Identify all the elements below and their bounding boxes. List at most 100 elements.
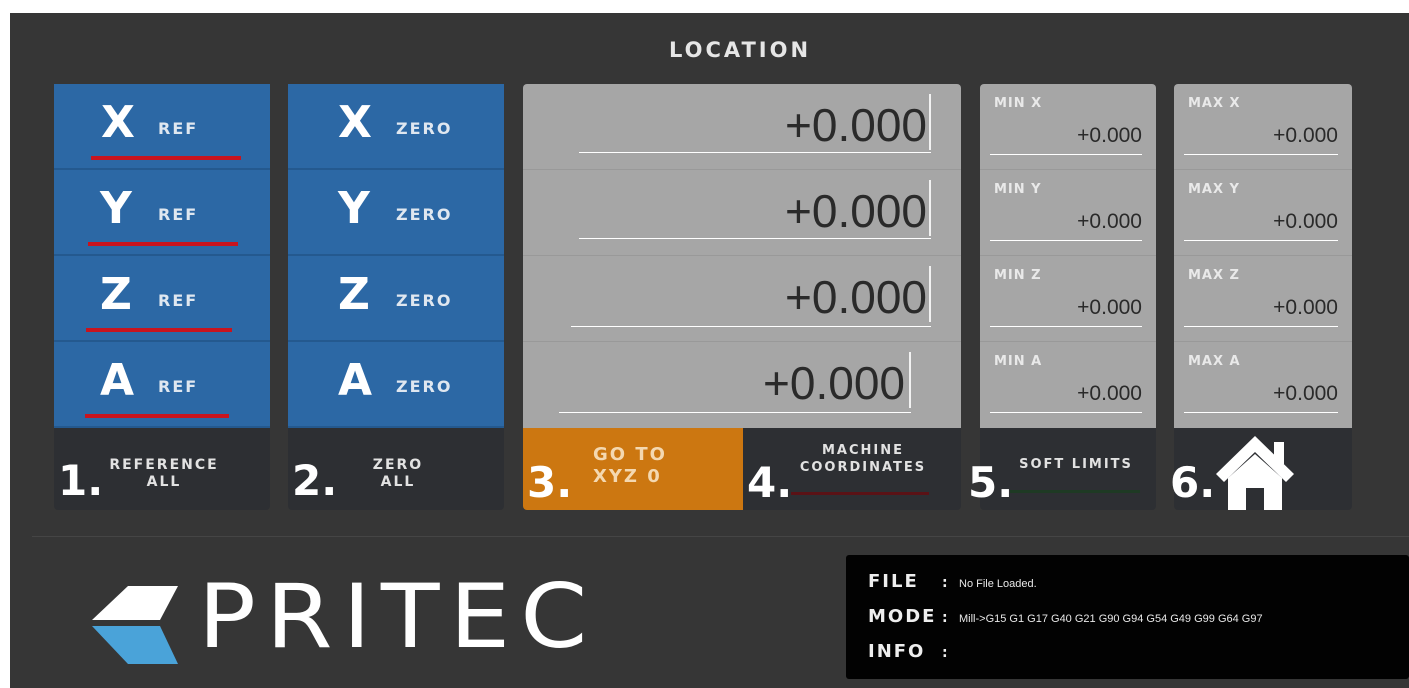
reference-all-label: REFERENCE ALL [109, 457, 219, 490]
zero-a-button[interactable]: A ZERO [288, 342, 504, 428]
step-number: 4. [747, 458, 793, 507]
dro-z-value: +0.000 [785, 271, 927, 323]
field-underline [1184, 154, 1338, 155]
axis-label: Y [100, 183, 132, 234]
min-a-value: +0.000 [1077, 382, 1142, 405]
dro-z[interactable]: +0.000 [523, 256, 961, 342]
min-z-label: MIN Z [994, 268, 1042, 283]
zero-label: ZERO [396, 377, 453, 396]
field-underline [1184, 240, 1338, 241]
max-y-label: MAX Y [1188, 182, 1240, 197]
axis-label: Y [338, 183, 370, 234]
logo-text: PRITEC [198, 565, 598, 669]
page-title: LOCATION [668, 38, 812, 62]
mode-label: MODE [868, 606, 937, 627]
max-x-field[interactable]: MAX X +0.000 [1174, 84, 1352, 170]
divider [32, 536, 1409, 537]
field-underline [1184, 412, 1338, 413]
axis-label: A [338, 355, 373, 406]
zero-label: ZERO [396, 291, 453, 310]
field-underline [1184, 326, 1338, 327]
status-panel: FILE : No File Loaded. MODE : Mill->G15 … [846, 555, 1409, 679]
reference-column: X REF Y REF Z REF A REF REFERENCE ALL 1. [54, 84, 270, 510]
dro-x-value: +0.000 [785, 99, 927, 151]
goto-label: GO TO XYZ 0 [593, 444, 667, 487]
dro-underline [579, 238, 931, 239]
dro-a-value: +0.000 [763, 357, 905, 409]
colon: : [942, 575, 948, 591]
ref-label: REF [158, 291, 199, 310]
min-x-label: MIN X [994, 96, 1043, 111]
max-x-value: +0.000 [1273, 124, 1338, 147]
axis-label: Z [338, 269, 370, 320]
min-y-field[interactable]: MIN Y +0.000 [980, 170, 1156, 256]
pritec-logo: PRITEC [90, 566, 710, 670]
ref-a-button[interactable]: A REF [54, 342, 270, 428]
step-number: 6. [1170, 458, 1216, 507]
zero-label: ZERO [396, 205, 453, 224]
goto-xyz0-button[interactable]: GO TO XYZ 0 3. [523, 428, 743, 510]
step-number: 2. [292, 456, 338, 505]
ref-y-button[interactable]: Y REF [54, 170, 270, 256]
dro-underline [571, 326, 931, 327]
zero-label: ZERO [396, 119, 453, 138]
dro-a[interactable]: +0.000 [523, 342, 961, 428]
min-z-value: +0.000 [1077, 296, 1142, 319]
min-a-label: MIN A [994, 354, 1043, 369]
min-limits-panel: MIN X +0.000 MIN Y +0.000 MIN Z +0.000 M… [980, 84, 1156, 428]
max-x-label: MAX X [1188, 96, 1241, 111]
file-value: No File Loaded. [959, 578, 1037, 590]
min-a-field[interactable]: MIN A +0.000 [980, 342, 1156, 428]
field-underline [990, 154, 1142, 155]
not-referenced-indicator [88, 242, 238, 246]
max-limits-panel: MAX X +0.000 MAX Y +0.000 MAX Z +0.000 M… [1174, 84, 1352, 428]
max-y-field[interactable]: MAX Y +0.000 [1174, 170, 1352, 256]
not-referenced-indicator [85, 414, 229, 418]
min-y-value: +0.000 [1077, 210, 1142, 233]
dro-y[interactable]: +0.000 [523, 170, 961, 256]
max-z-value: +0.000 [1273, 296, 1338, 319]
ref-label: REF [158, 377, 199, 396]
file-label: FILE [868, 571, 919, 592]
max-a-label: MAX A [1188, 354, 1241, 369]
dro-underline [559, 412, 911, 413]
text-cursor [929, 94, 931, 150]
ref-label: REF [158, 119, 199, 138]
field-underline [990, 240, 1142, 241]
zero-y-button[interactable]: Y ZERO [288, 170, 504, 256]
zero-x-button[interactable]: X ZERO [288, 84, 504, 170]
dro-x[interactable]: +0.000 [523, 84, 961, 170]
step-number: 1. [58, 456, 104, 505]
text-cursor [929, 266, 931, 322]
reference-all-button[interactable]: REFERENCE ALL 1. [54, 428, 270, 510]
max-a-field[interactable]: MAX A +0.000 [1174, 342, 1352, 428]
dro-y-value: +0.000 [785, 185, 927, 237]
ref-z-button[interactable]: Z REF [54, 256, 270, 342]
field-underline [990, 412, 1142, 413]
machine-coordinates-button[interactable]: MACHINE COORDINATES 4. [743, 428, 961, 510]
step-number: 5. [968, 458, 1014, 507]
machine-coordinates-indicator [791, 492, 929, 495]
min-x-field[interactable]: MIN X +0.000 [980, 84, 1156, 170]
step-number: 3. [527, 458, 573, 507]
soft-limits-button[interactable]: SOFT LIMITS 5. [968, 428, 1156, 510]
home-button[interactable]: 6. [1170, 428, 1352, 510]
min-z-field[interactable]: MIN Z +0.000 [980, 256, 1156, 342]
zero-z-button[interactable]: Z ZERO [288, 256, 504, 342]
axis-label: X [338, 97, 372, 148]
soft-limits-indicator [1010, 490, 1140, 493]
not-referenced-indicator [86, 328, 232, 332]
text-cursor [909, 352, 911, 408]
zero-all-button[interactable]: ZERO ALL 2. [288, 428, 504, 510]
dro-panel: +0.000 +0.000 +0.000 +0.000 [523, 84, 961, 428]
dro-underline [579, 152, 931, 153]
zero-column: X ZERO Y ZERO Z ZERO A ZERO ZERO ALL 2. [288, 84, 504, 510]
min-x-value: +0.000 [1077, 124, 1142, 147]
ref-x-button[interactable]: X REF [54, 84, 270, 170]
max-z-field[interactable]: MAX Z +0.000 [1174, 256, 1352, 342]
axis-label: A [100, 355, 135, 406]
min-y-label: MIN Y [994, 182, 1042, 197]
info-label: INFO [868, 641, 926, 662]
soft-limits-label: SOFT LIMITS [1019, 457, 1133, 472]
machine-coordinates-label: MACHINE COORDINATES [799, 443, 927, 475]
